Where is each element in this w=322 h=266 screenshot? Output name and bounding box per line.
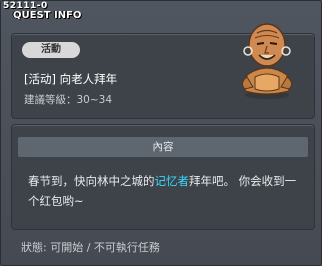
quest-content-panel: 內容 春节到，快向林中之城的记忆者拜年吧。 你会收到一个红包哟~: [11, 124, 315, 230]
description-text-before: 春节到，快向林中之城的: [28, 174, 155, 188]
recommended-level: 建議等級：30~34: [24, 94, 113, 106]
quest-status: 狀態: 可開始 / 不可執行任務: [21, 241, 160, 254]
quest-info-window: 52111-0 QUEST INFO 活動 [活动] 向老人拜年 建議等級：30…: [0, 0, 322, 266]
elder-npc-icon: [241, 23, 293, 99]
window-title[interactable]: QUEST INFO: [13, 10, 81, 21]
npc-name-highlight[interactable]: 记忆者: [155, 174, 190, 188]
content-header: 內容: [18, 137, 308, 157]
quest-name: [活动] 向老人拜年: [24, 72, 118, 86]
quest-category-badge: 活動: [22, 42, 80, 58]
quest-description: 春节到，快向林中之城的记忆者拜年吧。 你会收到一个红包哟~: [28, 171, 300, 211]
